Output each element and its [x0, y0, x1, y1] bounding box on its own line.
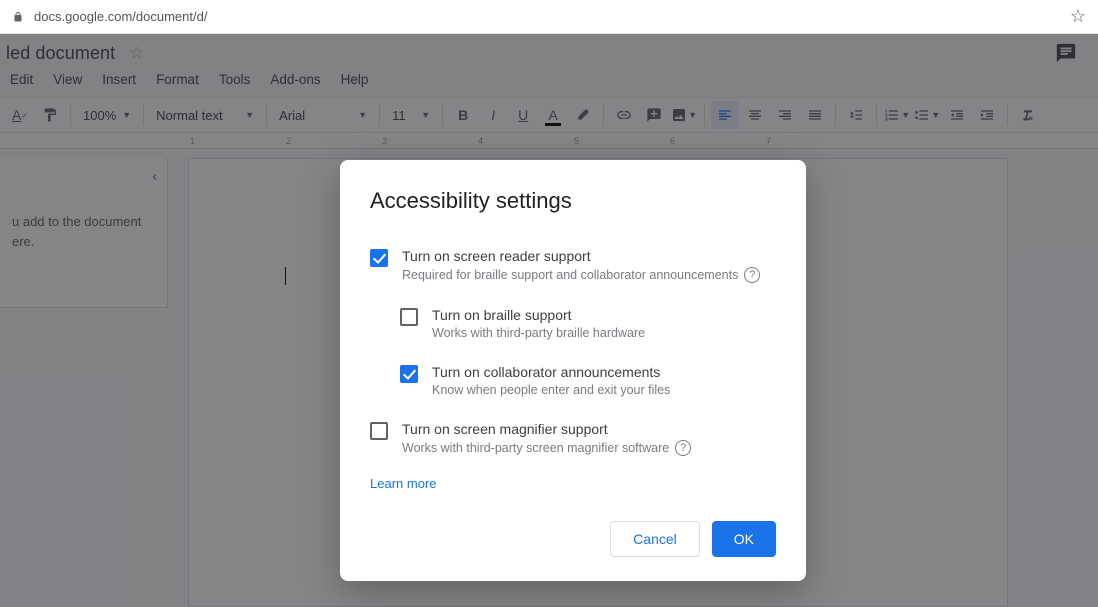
option-description: Required for braille support and collabo… — [402, 267, 760, 283]
cancel-button[interactable]: Cancel — [610, 521, 700, 557]
checkbox-braille[interactable] — [400, 308, 418, 326]
option-label: Turn on screen magnifier support — [402, 421, 691, 437]
browser-url-bar: docs.google.com/document/d/ ☆ — [0, 0, 1098, 34]
option-label: Turn on screen reader support — [402, 248, 760, 264]
checkbox-magnifier[interactable] — [370, 422, 388, 440]
option-description: Works with third-party braille hardware — [432, 326, 645, 340]
checkbox-screen-reader[interactable] — [370, 249, 388, 267]
option-label: Turn on collaborator announcements — [432, 364, 670, 380]
lock-icon — [12, 11, 24, 23]
bookmark-star-icon[interactable]: ☆ — [1070, 6, 1086, 27]
learn-more-link[interactable]: Learn more — [370, 476, 436, 491]
option-screen-reader: Turn on screen reader support Required f… — [370, 238, 776, 297]
accessibility-settings-dialog: Accessibility settings Turn on screen re… — [340, 160, 806, 581]
help-icon[interactable]: ? — [744, 267, 760, 283]
help-icon[interactable]: ? — [675, 440, 691, 456]
ok-button[interactable]: OK — [712, 521, 776, 557]
url-text[interactable]: docs.google.com/document/d/ — [34, 9, 207, 24]
option-magnifier: Turn on screen magnifier support Works w… — [370, 411, 776, 470]
dialog-button-row: Cancel OK — [370, 521, 776, 557]
option-description: Works with third-party screen magnifier … — [402, 440, 691, 456]
option-collaborator: Turn on collaborator announcements Know … — [370, 354, 776, 411]
option-braille: Turn on braille support Works with third… — [370, 297, 776, 354]
checkbox-collaborator[interactable] — [400, 365, 418, 383]
option-label: Turn on braille support — [432, 307, 645, 323]
dialog-title: Accessibility settings — [370, 188, 776, 214]
option-description: Know when people enter and exit your fil… — [432, 383, 670, 397]
